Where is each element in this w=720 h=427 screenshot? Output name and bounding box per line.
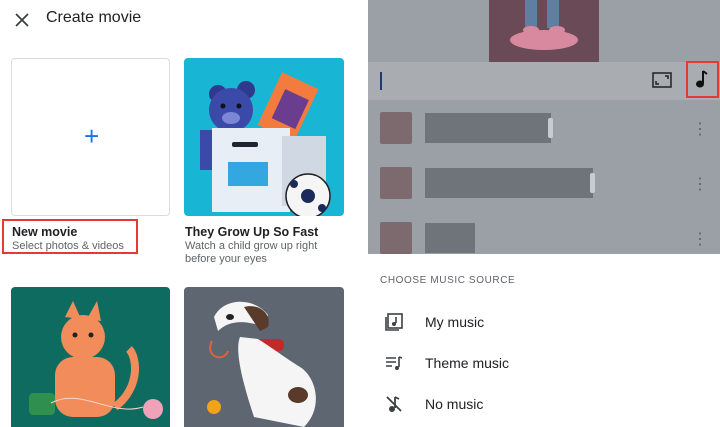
grow-up-card[interactable] [184, 58, 344, 216]
clip-thumbnail[interactable] [380, 222, 412, 254]
top-app-bar: Create movie [0, 0, 355, 40]
fullscreen-icon[interactable] [652, 72, 672, 88]
clip-row: ⋮ [368, 218, 720, 258]
new-movie-card[interactable]: + [11, 58, 170, 216]
music-source-sheet: CHOOSE MUSIC SOURCE My music Theme music [368, 254, 720, 427]
dog-theme-card[interactable] [184, 287, 344, 427]
clip-duration-bar[interactable] [425, 168, 593, 198]
more-options-icon[interactable]: ⋮ [692, 229, 709, 249]
highlight-box-music-button [686, 61, 719, 98]
cat-theme-card[interactable] [11, 287, 170, 427]
grow-up-subtitle-line1: Watch a child grow up right [185, 240, 318, 252]
clip-row: ⋮ [368, 108, 720, 148]
option-no-music[interactable]: No music [368, 384, 720, 424]
sheet-heading: CHOOSE MUSIC SOURCE [380, 275, 516, 286]
grow-up-subtitle-line2: before your eyes [185, 253, 267, 265]
highlight-box-new-movie [2, 219, 138, 254]
trim-handle[interactable] [548, 118, 553, 138]
clip-duration-bar[interactable] [425, 113, 551, 143]
option-label: No music [425, 396, 484, 412]
preview-image [489, 0, 599, 62]
queue-music-icon [386, 356, 403, 370]
more-options-icon[interactable]: ⋮ [692, 174, 709, 194]
dog-illustration [207, 301, 316, 427]
cat-illustration [29, 301, 163, 419]
clip-row: ⋮ [368, 163, 720, 203]
option-label: Theme music [425, 355, 510, 371]
video-preview[interactable] [489, 0, 599, 62]
option-theme-music[interactable]: Theme music [368, 343, 720, 383]
kids-toys-illustration [200, 72, 331, 216]
library-music-icon [385, 313, 403, 331]
music-off-icon [386, 396, 402, 412]
clip-thumbnail[interactable] [380, 167, 412, 199]
option-my-music[interactable]: My music [368, 302, 720, 342]
create-movie-screen: Create movie + New movie Select photos &… [0, 0, 355, 427]
clip-duration-bar[interactable] [425, 223, 475, 253]
clip-thumbnail[interactable] [380, 112, 412, 144]
grow-up-title[interactable]: They Grow Up So Fast [185, 225, 318, 239]
more-options-icon[interactable]: ⋮ [692, 119, 709, 139]
timeline-cursor[interactable] [380, 72, 382, 90]
trim-handle[interactable] [590, 173, 595, 193]
plus-icon: + [84, 121, 100, 151]
page-title: Create movie [46, 9, 142, 26]
close-icon[interactable] [12, 10, 32, 30]
option-label: My music [425, 314, 485, 330]
movie-editor-screen: ⋮ ⋮ ⋮ CHOOSE MUSIC SOURCE My music Theme… [368, 0, 720, 427]
